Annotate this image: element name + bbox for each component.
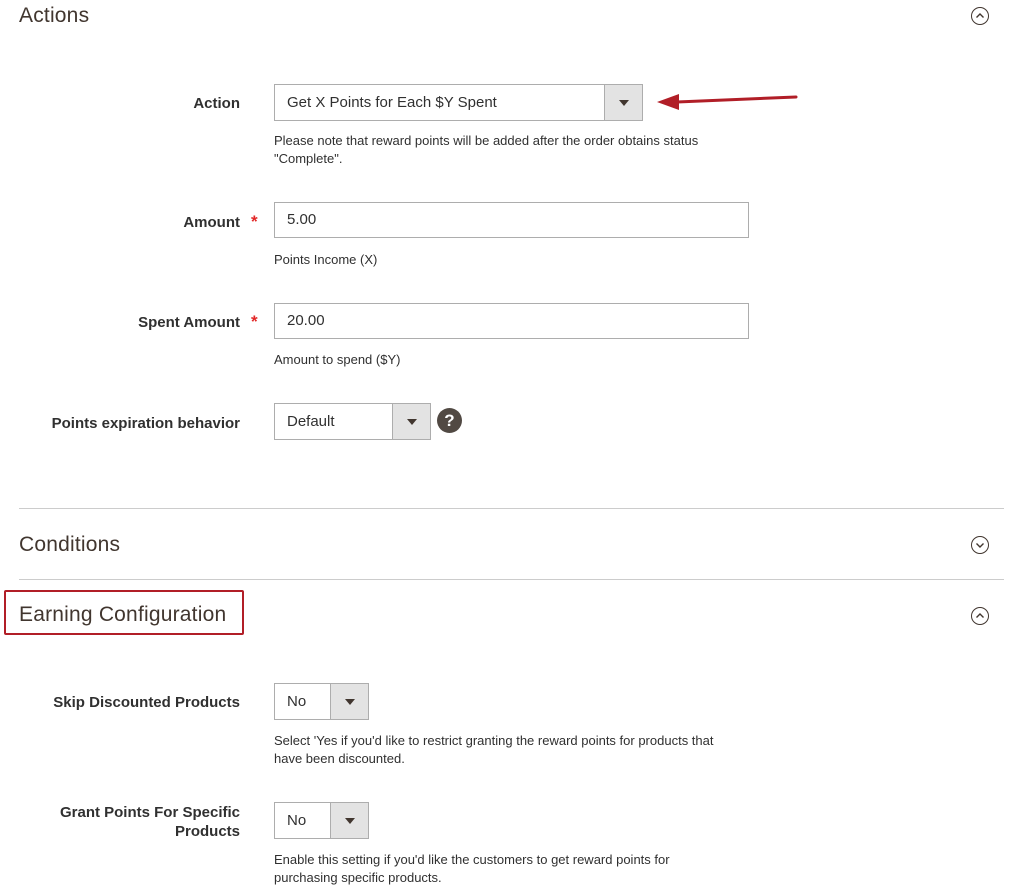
earning-collapse-toggle[interactable] — [971, 607, 989, 625]
skip-discounted-select-arrow[interactable] — [330, 684, 368, 719]
grant-specific-select-arrow[interactable] — [330, 803, 368, 838]
action-note: Please note that reward points will be a… — [274, 133, 699, 166]
amount-input[interactable]: 5.00 — [274, 202, 749, 238]
chevron-up-icon — [976, 13, 984, 18]
spent-amount-note: Amount to spend ($Y) — [274, 352, 401, 367]
grant-specific-select[interactable]: No — [274, 802, 369, 839]
spent-amount-label: Spent Amount — [138, 314, 240, 331]
skip-discounted-note: Select 'Yes if you'd like to restrict gr… — [274, 733, 714, 766]
amount-note: Points Income (X) — [274, 252, 378, 267]
red-arrow-icon — [657, 94, 798, 110]
expiration-label: Points expiration behavior — [51, 415, 240, 432]
skip-discounted-label: Skip Discounted Products — [53, 694, 240, 711]
grant-specific-select-value: No — [287, 812, 307, 829]
chevron-down-icon — [406, 418, 417, 425]
earning-section-title[interactable]: Earning Configuration — [19, 603, 226, 627]
grant-specific-label: Grant Points For Specific Products — [59, 804, 240, 840]
action-select-arrow[interactable] — [604, 85, 642, 120]
page: Actions Action Get X Points for Each $Y … — [0, 0, 1010, 894]
section-divider — [19, 508, 1004, 509]
action-label: Action — [193, 95, 240, 112]
action-select[interactable]: Get X Points for Each $Y Spent — [274, 84, 643, 121]
skip-discounted-select[interactable]: No — [274, 683, 369, 720]
chevron-down-icon — [344, 817, 355, 824]
chevron-down-icon — [344, 698, 355, 705]
expiration-select-value: Default — [287, 413, 335, 430]
amount-label: Amount — [183, 214, 240, 231]
spent-amount-required-mark: * — [251, 312, 258, 331]
actions-collapse-toggle[interactable] — [971, 7, 989, 25]
actions-section-title[interactable]: Actions — [19, 4, 89, 28]
chevron-down-icon — [976, 543, 984, 548]
question-mark-icon[interactable]: ? — [437, 408, 462, 433]
skip-discounted-select-value: No — [287, 693, 307, 710]
expiration-select-arrow[interactable] — [392, 404, 430, 439]
amount-required-mark: * — [251, 212, 258, 231]
chevron-up-icon — [976, 613, 984, 618]
conditions-expand-toggle[interactable] — [971, 536, 989, 554]
conditions-section-title[interactable]: Conditions — [19, 533, 120, 557]
section-divider — [19, 579, 1004, 580]
chevron-down-icon — [618, 99, 629, 106]
grant-specific-note: Enable this setting if you'd like the cu… — [274, 852, 670, 885]
spent-amount-input[interactable]: 20.00 — [274, 303, 749, 339]
action-select-value: Get X Points for Each $Y Spent — [287, 94, 497, 111]
expiration-select[interactable]: Default — [274, 403, 431, 440]
